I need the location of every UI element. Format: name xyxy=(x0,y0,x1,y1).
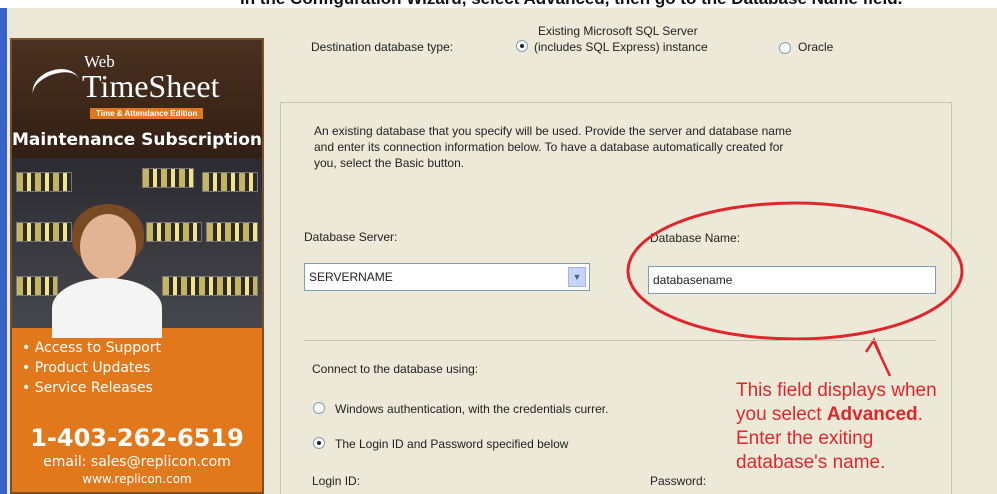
login-id-label: Login ID: xyxy=(312,474,361,488)
radio-login-password[interactable] xyxy=(313,437,325,449)
password-label: Password: xyxy=(650,474,707,488)
callout-line: database's name. xyxy=(736,452,886,473)
windows-auth-label: Windows authentication, with the credent… xyxy=(335,402,609,416)
callout-line: Enter the exiting xyxy=(736,428,874,449)
callout-text: This field displays when you select Adva… xyxy=(736,379,937,475)
highlight-ellipse xyxy=(626,201,964,341)
callout-line: This field displays when xyxy=(736,380,937,401)
connect-using-label: Connect to the database using: xyxy=(312,362,479,376)
login-password-label: The Login ID and Password specified belo… xyxy=(335,437,569,451)
separator xyxy=(304,340,936,341)
radio-windows-auth[interactable] xyxy=(313,402,325,414)
arrow-head xyxy=(864,337,882,355)
callout-line: you select Advanced. xyxy=(736,404,923,425)
